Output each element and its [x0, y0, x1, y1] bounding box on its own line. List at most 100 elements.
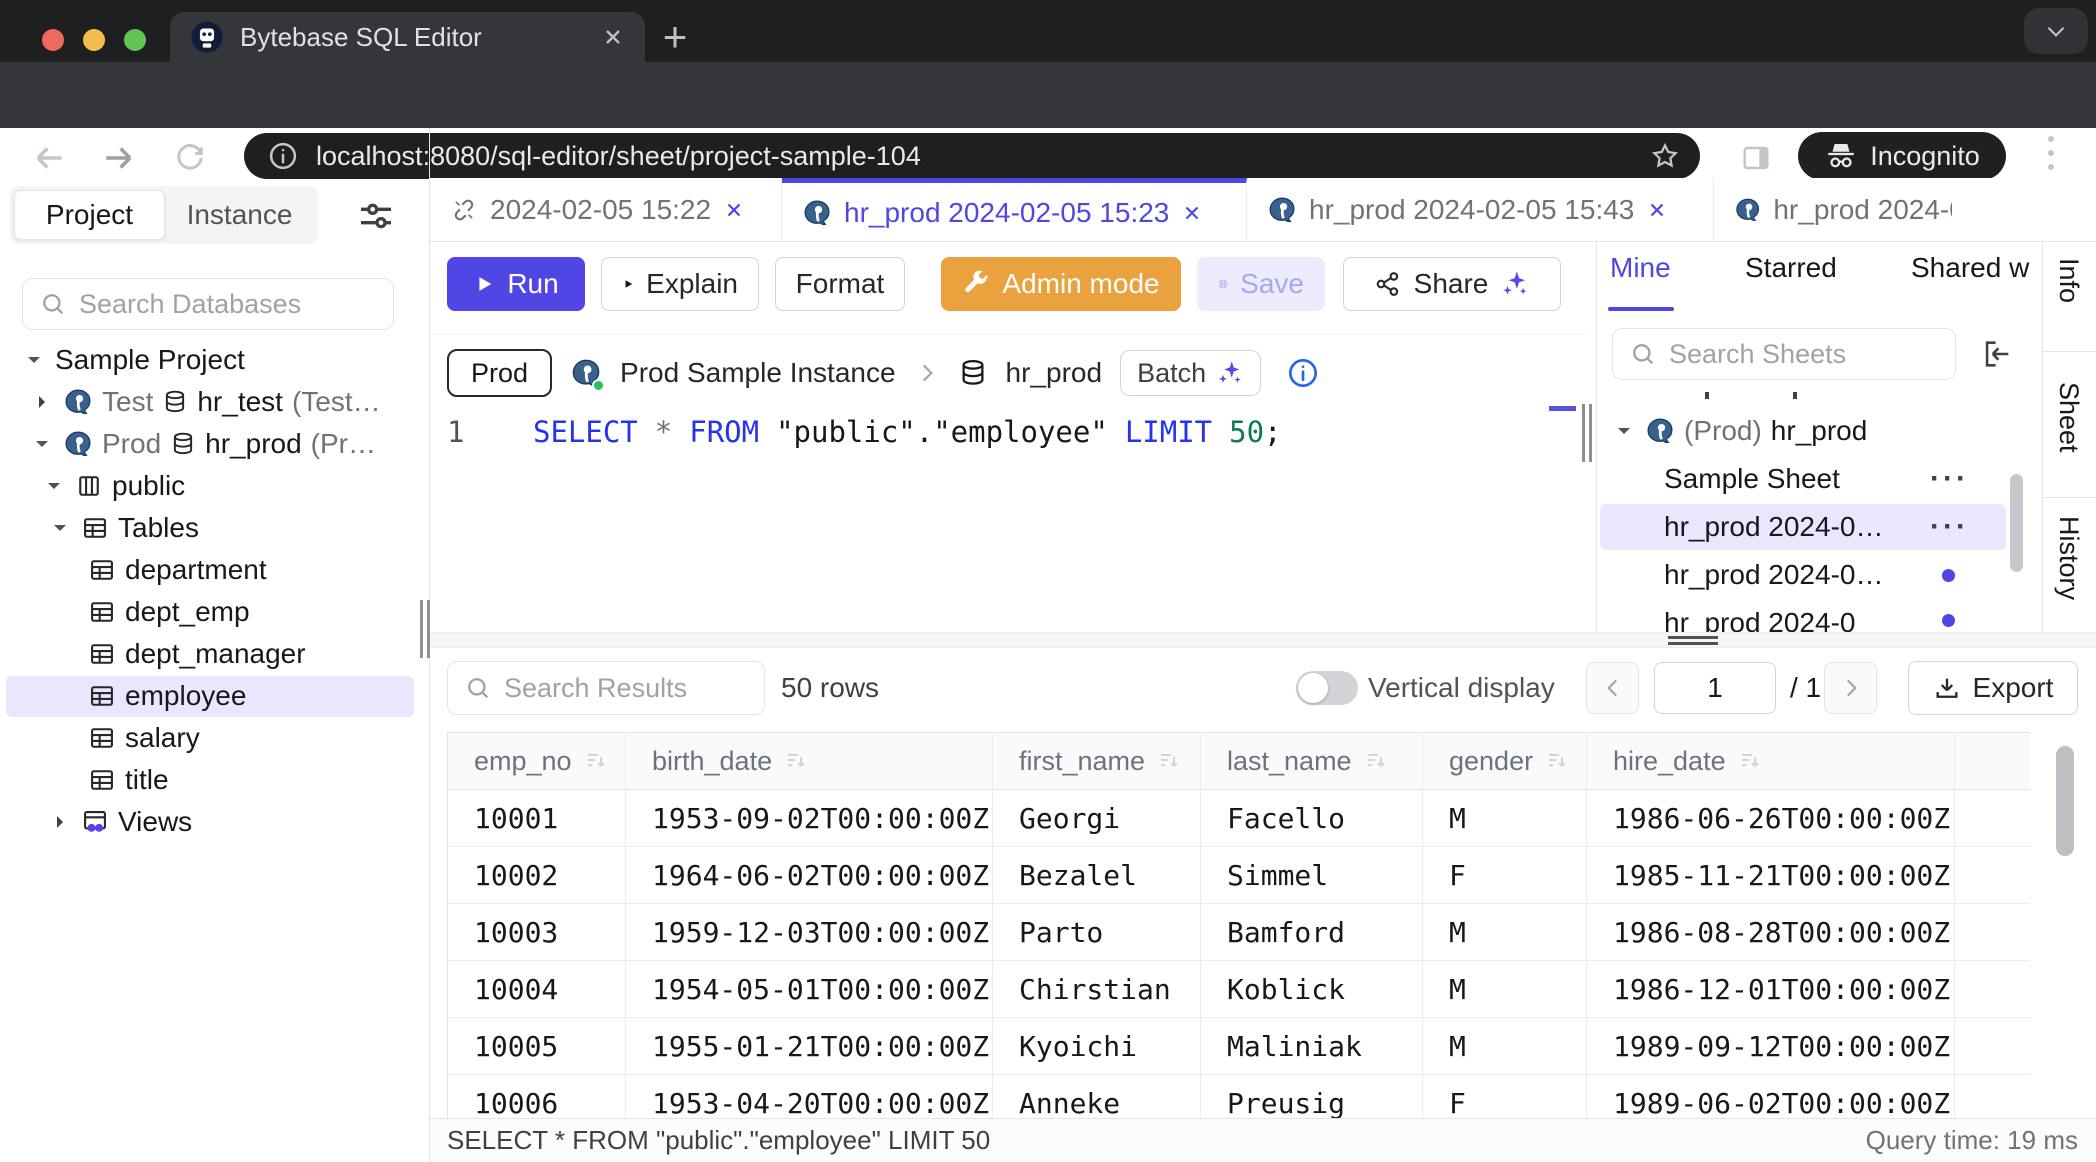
cell[interactable]: Parto: [993, 904, 1201, 961]
cell[interactable]: Georgi: [993, 790, 1201, 847]
column-header-first-name[interactable]: first_name: [993, 733, 1201, 790]
cell[interactable]: Kyoichi: [993, 1018, 1201, 1075]
tree-item-schema-public[interactable]: public: [0, 465, 424, 507]
table-scrollbar[interactable]: [2056, 746, 2074, 856]
sheet-group-hr-prod[interactable]: (Prod) hr_prod: [1600, 408, 2006, 454]
table-row[interactable]: 10004 1954-05-01T00:00:00Z Chirstian Kob…: [448, 961, 2030, 1018]
instance-name[interactable]: Prod Sample Instance: [620, 357, 896, 389]
column-header-last-name[interactable]: last_name: [1201, 733, 1423, 790]
cell[interactable]: M: [1423, 790, 1587, 847]
cell[interactable]: 1989-09-12T00:00:00Z: [1587, 1018, 1955, 1075]
table-row[interactable]: 10005 1955-01-21T00:00:00Z Kyoichi Malin…: [448, 1018, 2030, 1075]
cell[interactable]: 10002: [448, 847, 626, 904]
filter-sliders-icon[interactable]: [356, 196, 396, 236]
column-header-gender[interactable]: gender: [1423, 733, 1587, 790]
cell[interactable]: Bamford: [1201, 904, 1423, 961]
tab-project[interactable]: Project: [14, 190, 165, 240]
close-icon[interactable]: [723, 199, 745, 221]
editor-tab-2-active[interactable]: hr_prod 2024-02-05 15:23: [782, 178, 1247, 242]
caret-right-icon[interactable]: [48, 810, 72, 834]
sort-icon[interactable]: [1157, 749, 1181, 773]
tree-item-project[interactable]: Sample Project: [0, 339, 424, 381]
tab-info[interactable]: Info: [2053, 258, 2084, 303]
cell[interactable]: 10004: [448, 961, 626, 1018]
results-search-input[interactable]: [504, 673, 748, 704]
close-icon[interactable]: [1181, 202, 1203, 224]
more-actions-icon[interactable]: ···: [1930, 462, 1969, 496]
column-header-birth-date[interactable]: birth_date: [626, 733, 993, 790]
tab-mine[interactable]: Mine: [1610, 252, 1671, 284]
tree-item-hr-test[interactable]: Test hr_test (Test…: [0, 381, 424, 423]
table-row[interactable]: 10001 1953-09-02T00:00:00Z Georgi Facell…: [448, 790, 2030, 847]
table-row[interactable]: 10003 1959-12-03T00:00:00Z Parto Bamford…: [448, 904, 2030, 961]
sheet-search[interactable]: [1612, 328, 1956, 380]
tree-item-hr-prod[interactable]: Prod hr_prod (Pr…: [0, 423, 424, 465]
more-actions-icon[interactable]: ···: [1930, 510, 1969, 544]
cell[interactable]: 1986-08-28T00:00:00Z: [1587, 904, 1955, 961]
cell[interactable]: Simmel: [1201, 847, 1423, 904]
next-page-button[interactable]: [1824, 662, 1877, 714]
tree-item-table-dept-manager[interactable]: dept_manager: [0, 633, 424, 675]
editor-tab-1[interactable]: 2024-02-05 15:22: [430, 178, 782, 242]
run-button[interactable]: Run: [447, 257, 585, 311]
sort-icon[interactable]: [1545, 749, 1569, 773]
tab-instance[interactable]: Instance: [165, 190, 314, 240]
sort-icon[interactable]: [1364, 749, 1388, 773]
cell[interactable]: Preusig: [1201, 1075, 1423, 1118]
tree-item-table-employee[interactable]: employee: [0, 675, 424, 717]
forward-button[interactable]: [100, 139, 138, 177]
caret-down-icon[interactable]: [30, 432, 54, 456]
cell[interactable]: Bezalel: [993, 847, 1201, 904]
caret-right-icon[interactable]: [30, 390, 54, 414]
cell[interactable]: 10006: [448, 1075, 626, 1118]
cell[interactable]: Chirstian: [993, 961, 1201, 1018]
tab-shared[interactable]: Shared w: [1911, 252, 2034, 284]
panel-resize-handle[interactable]: [1582, 404, 1596, 467]
prev-page-button[interactable]: [1586, 662, 1639, 714]
cell[interactable]: Maliniak: [1201, 1018, 1423, 1075]
sort-icon[interactable]: [584, 749, 608, 773]
database-search[interactable]: [22, 278, 394, 330]
page-number-input[interactable]: [1654, 662, 1776, 714]
cell[interactable]: Facello: [1201, 790, 1423, 847]
cell[interactable]: M: [1423, 961, 1587, 1018]
format-button[interactable]: Format: [775, 257, 905, 311]
cell[interactable]: Anneke: [993, 1075, 1201, 1118]
window-zoom-button[interactable]: [124, 29, 146, 51]
sql-editor-line[interactable]: SELECT * FROM "public"."employee" LIMIT …: [533, 404, 1282, 460]
browser-tab[interactable]: Bytebase SQL Editor: [170, 12, 645, 62]
cell[interactable]: M: [1423, 1018, 1587, 1075]
caret-down-icon[interactable]: [48, 516, 72, 540]
cell[interactable]: 10001: [448, 790, 626, 847]
cell[interactable]: 10005: [448, 1018, 626, 1075]
side-panel-icon[interactable]: [1740, 142, 1772, 174]
tree-item-tables-group[interactable]: Tables: [0, 507, 424, 549]
cell[interactable]: 1955-01-21T00:00:00Z: [626, 1018, 993, 1075]
column-header-emp-no[interactable]: emp_no: [448, 733, 626, 790]
sheet-search-input[interactable]: [1669, 339, 1939, 370]
admin-mode-button[interactable]: Admin mode: [941, 257, 1181, 311]
import-sheet-icon[interactable]: [1980, 337, 2014, 371]
reload-button[interactable]: [172, 140, 208, 176]
database-search-input[interactable]: [79, 289, 377, 320]
cell[interactable]: 1989-06-02T00:00:00Z: [1587, 1075, 1955, 1118]
tree-item-table-department[interactable]: department: [0, 549, 424, 591]
close-icon[interactable]: [1646, 199, 1668, 221]
tab-starred[interactable]: Starred: [1745, 252, 1837, 284]
caret-down-icon[interactable]: [42, 474, 66, 498]
cell[interactable]: M: [1423, 904, 1587, 961]
info-icon[interactable]: [1287, 357, 1319, 389]
sort-icon[interactable]: [1738, 749, 1762, 773]
save-button[interactable]: Save: [1197, 257, 1325, 311]
cell[interactable]: 1954-05-01T00:00:00Z: [626, 961, 993, 1018]
bookmark-star-icon[interactable]: [1650, 141, 1680, 171]
cell[interactable]: 1964-06-02T00:00:00Z: [626, 847, 993, 904]
caret-down-icon[interactable]: [22, 348, 46, 372]
share-button[interactable]: Share: [1343, 257, 1561, 311]
cell[interactable]: 10003: [448, 904, 626, 961]
results-search[interactable]: [447, 661, 765, 715]
cell[interactable]: 1953-04-20T00:00:00Z: [626, 1075, 993, 1118]
sheet-list-scrollbar[interactable]: [2010, 474, 2023, 572]
cell[interactable]: 1959-12-03T00:00:00Z: [626, 904, 993, 961]
cell[interactable]: F: [1423, 847, 1587, 904]
